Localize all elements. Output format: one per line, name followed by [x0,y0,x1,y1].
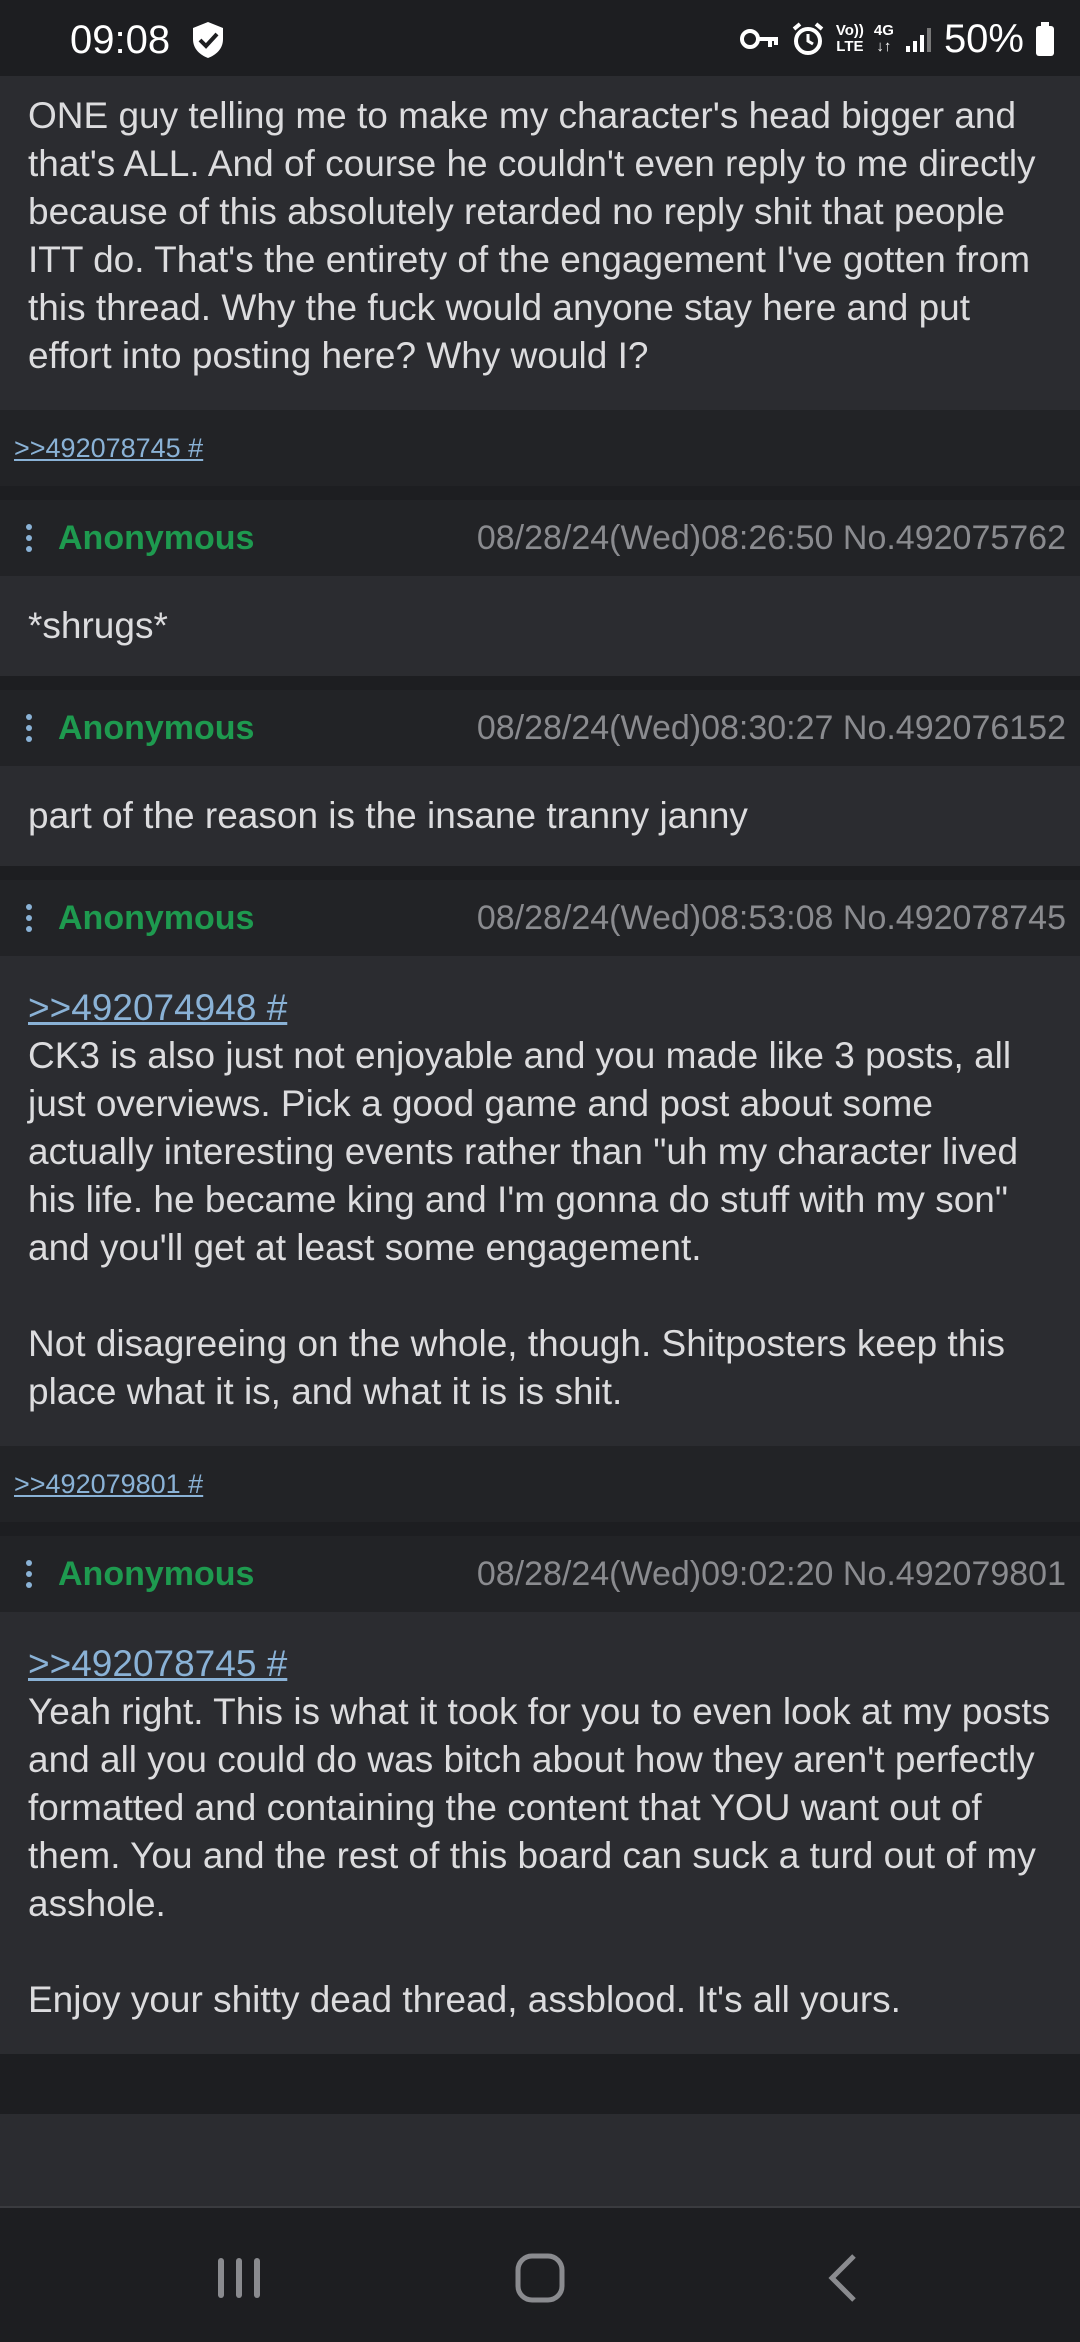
post-body: *shrugs* [0,576,1080,676]
more-options-icon[interactable] [0,500,58,576]
post-separator [0,2054,1080,2114]
data-arrows-icon: ↓↑ [876,38,892,55]
post-meta: 08/28/24(Wed)09:02:20 No.492079801 [476,1554,1066,1593]
battery-percent: 50% [943,16,1024,61]
post-header: Anonymous 08/28/24(Wed)08:53:08 No.49207… [0,880,1080,956]
more-options-icon[interactable] [0,690,58,766]
status-icons: Vo)) LTE 4G ↓↑ 50% [739,14,1056,64]
post-separator [0,676,1080,690]
post-author: Anonymous [58,708,255,747]
shield-check-icon [193,22,223,58]
post-header: Anonymous 08/28/24(Wed)09:02:20 No.49207… [0,1536,1080,1612]
recent-apps-icon[interactable] [209,2250,269,2306]
post-body-container: >>492074948 # CK3 is also just not enjoya… [0,956,1080,1446]
quote-link[interactable]: >>492074948 # [28,984,1052,1032]
post-separator [0,1522,1080,1536]
reply-link[interactable]: >>492079801 # [14,1469,203,1500]
quote-link[interactable]: >>492078745 # [28,1640,1052,1688]
battery-icon [1036,22,1054,56]
signal-icon [905,28,931,52]
status-bar: 09:08 Vo)) LTE 4G ↓↑ 50% [0,0,1080,76]
post-separator [0,486,1080,500]
post-meta: 08/28/24(Wed)08:53:08 No.492078745 [476,898,1066,937]
data-type-indicator: 4G ↓↑ [873,22,894,55]
post-body-container: >>492078745 # Yeah right. This is what it… [0,1612,1080,2054]
post-author: Anonymous [58,898,255,937]
home-icon[interactable] [510,2250,570,2306]
post-author: Anonymous [58,1554,255,1593]
post-body: ONE guy telling me to make my character'… [0,76,1080,410]
replies-strip: >>492079801 # [0,1446,1080,1522]
post-separator [0,866,1080,880]
vpn-key-icon [739,29,778,49]
post-body: part of the reason is the insane tranny … [0,766,1080,866]
more-options-icon[interactable] [0,1536,58,1612]
post-body: Yeah right. This is what it took for you… [28,1691,1051,2020]
replies-strip: >>492078745 # [0,410,1080,486]
more-options-icon[interactable] [0,880,58,956]
post-header: Anonymous 08/28/24(Wed)08:26:50 No.49207… [0,500,1080,576]
post-author: Anonymous [58,518,255,557]
alarm-icon [792,22,824,55]
volte-indicator: Vo)) LTE [835,22,864,55]
navigation-bar [0,2206,1080,2342]
post-meta: 08/28/24(Wed)08:26:50 No.492075762 [476,518,1066,557]
status-time: 09:08 [70,18,171,62]
back-icon[interactable] [814,2250,874,2306]
post-meta: 08/28/24(Wed)08:30:27 No.492076152 [476,708,1066,747]
reply-link[interactable]: >>492078745 # [14,433,203,464]
thread-content[interactable]: ONE guy telling me to make my character'… [0,76,1080,2206]
post-body: CK3 is also just not enjoyable and you m… [28,1035,1019,1412]
post-header: Anonymous 08/28/24(Wed)08:30:27 No.49207… [0,690,1080,766]
